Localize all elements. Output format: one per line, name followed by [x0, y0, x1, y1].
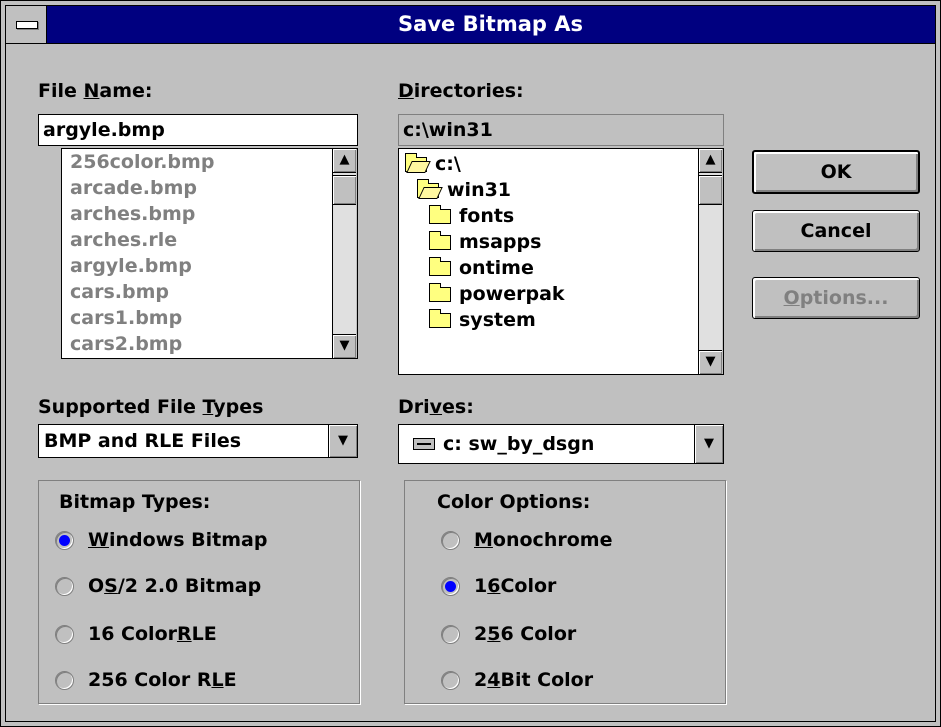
directory-list-items: c:\ win31 fonts msapps ontime powerpak s… [405, 151, 565, 333]
folder-icon [429, 231, 451, 250]
scroll-thumb[interactable] [699, 175, 722, 205]
radio-button-icon [441, 624, 460, 644]
radio-16-color-rle[interactable]: 16 Color R LE [55, 623, 217, 645]
radio-button-icon [441, 530, 460, 550]
save-bitmap-dialog: Save Bitmap As File Name: argyle.bmp 256… [0, 0, 941, 727]
hard-drive-icon [413, 438, 435, 450]
color-options-group: Color Options: Monochrome 16 Color 256 C… [404, 480, 726, 704]
radio-monochrome[interactable]: Monochrome [441, 529, 612, 551]
file-list-scrollbar[interactable]: ▲ ▼ [332, 149, 357, 358]
folder-icon [429, 309, 451, 328]
system-menu-button[interactable] [6, 6, 47, 43]
file-name-input[interactable]: argyle.bmp [38, 114, 358, 146]
radio-windows-bitmap[interactable]: Windows Bitmap [55, 529, 267, 551]
file-types-value: BMP and RLE Files [44, 430, 242, 452]
list-item[interactable]: cars2.bmp [70, 331, 214, 357]
directory-item-fonts[interactable]: fonts [405, 203, 565, 229]
bitmap-types-group: Bitmap Types: Windows Bitmap O S/2 2.0 Bi… [38, 480, 360, 704]
open-folder-icon [417, 179, 439, 198]
scroll-thumb[interactable] [333, 175, 356, 205]
radio-16-color[interactable]: 16 Color [441, 575, 556, 597]
title-bar[interactable]: Save Bitmap As [6, 6, 935, 44]
cancel-button[interactable]: Cancel [752, 210, 920, 252]
radio-24-bit-color[interactable]: 24 Bit Color [441, 669, 593, 691]
up-arrow-icon[interactable]: ▲ [333, 149, 356, 173]
file-types-dropdown[interactable]: BMP and RLE Files ▼ [38, 424, 358, 458]
radio-button-icon [55, 576, 74, 596]
radio-button-icon [441, 576, 460, 596]
list-item[interactable]: arches.rle [70, 227, 214, 253]
options-button[interactable]: Options... [752, 277, 920, 319]
directory-list[interactable]: c:\ win31 fonts msapps ontime powerpak s… [398, 148, 724, 375]
system-menu-icon [16, 21, 38, 29]
directory-item-root[interactable]: c:\ [405, 151, 565, 177]
radio-button-icon [55, 624, 74, 644]
list-item[interactable]: cars.bmp [70, 279, 214, 305]
current-directory: c:\win31 [398, 114, 724, 146]
folder-icon [429, 205, 451, 224]
file-list-items: 256color.bmp arcade.bmp arches.bmp arche… [70, 149, 214, 357]
radio-256-color-rle[interactable]: 256 Color RLE [55, 669, 237, 691]
file-name-label: File Name: [38, 80, 153, 102]
down-arrow-icon[interactable]: ▼ [699, 350, 722, 374]
color-options-label: Color Options: [437, 491, 591, 513]
up-arrow-icon[interactable]: ▲ [699, 149, 722, 173]
dialog-body: Save Bitmap As File Name: argyle.bmp 256… [5, 5, 936, 722]
radio-button-icon [441, 670, 460, 690]
drives-label: Drives: [398, 396, 474, 418]
folder-icon [429, 257, 451, 276]
radio-button-icon [55, 670, 74, 690]
list-item[interactable]: arcade.bmp [70, 175, 214, 201]
dropdown-arrow-icon[interactable]: ▼ [328, 425, 357, 457]
directories-label: Directories: [398, 80, 524, 102]
dropdown-arrow-icon[interactable]: ▼ [694, 425, 723, 463]
directory-item-win31[interactable]: win31 [405, 177, 565, 203]
open-folder-icon [405, 153, 427, 172]
directory-item-powerpak[interactable]: powerpak [405, 281, 565, 307]
file-list[interactable]: 256color.bmp arcade.bmp arches.bmp arche… [61, 148, 358, 359]
drives-value: c: sw_by_dsgn [413, 425, 594, 463]
file-types-label: Supported File Types [38, 396, 264, 418]
window-title: Save Bitmap As [398, 12, 583, 36]
directory-item-system[interactable]: system [405, 307, 565, 333]
list-item[interactable]: arches.bmp [70, 201, 214, 227]
down-arrow-icon[interactable]: ▼ [333, 334, 356, 358]
ok-button[interactable]: OK [752, 150, 920, 194]
bitmap-types-label: Bitmap Types: [59, 491, 211, 513]
drives-dropdown[interactable]: c: sw_by_dsgn ▼ [398, 424, 724, 464]
directory-item-ontime[interactable]: ontime [405, 255, 565, 281]
folder-icon [429, 283, 451, 302]
radio-button-icon [55, 530, 74, 550]
directory-item-msapps[interactable]: msapps [405, 229, 565, 255]
list-item[interactable]: argyle.bmp [70, 253, 214, 279]
radio-os2-bitmap[interactable]: O S/2 2.0 Bitmap [55, 575, 261, 597]
radio-256-color[interactable]: 256 Color [441, 623, 576, 645]
list-item[interactable]: cars1.bmp [70, 305, 214, 331]
directory-list-scrollbar[interactable]: ▲ ▼ [698, 149, 723, 374]
list-item[interactable]: 256color.bmp [70, 149, 214, 175]
